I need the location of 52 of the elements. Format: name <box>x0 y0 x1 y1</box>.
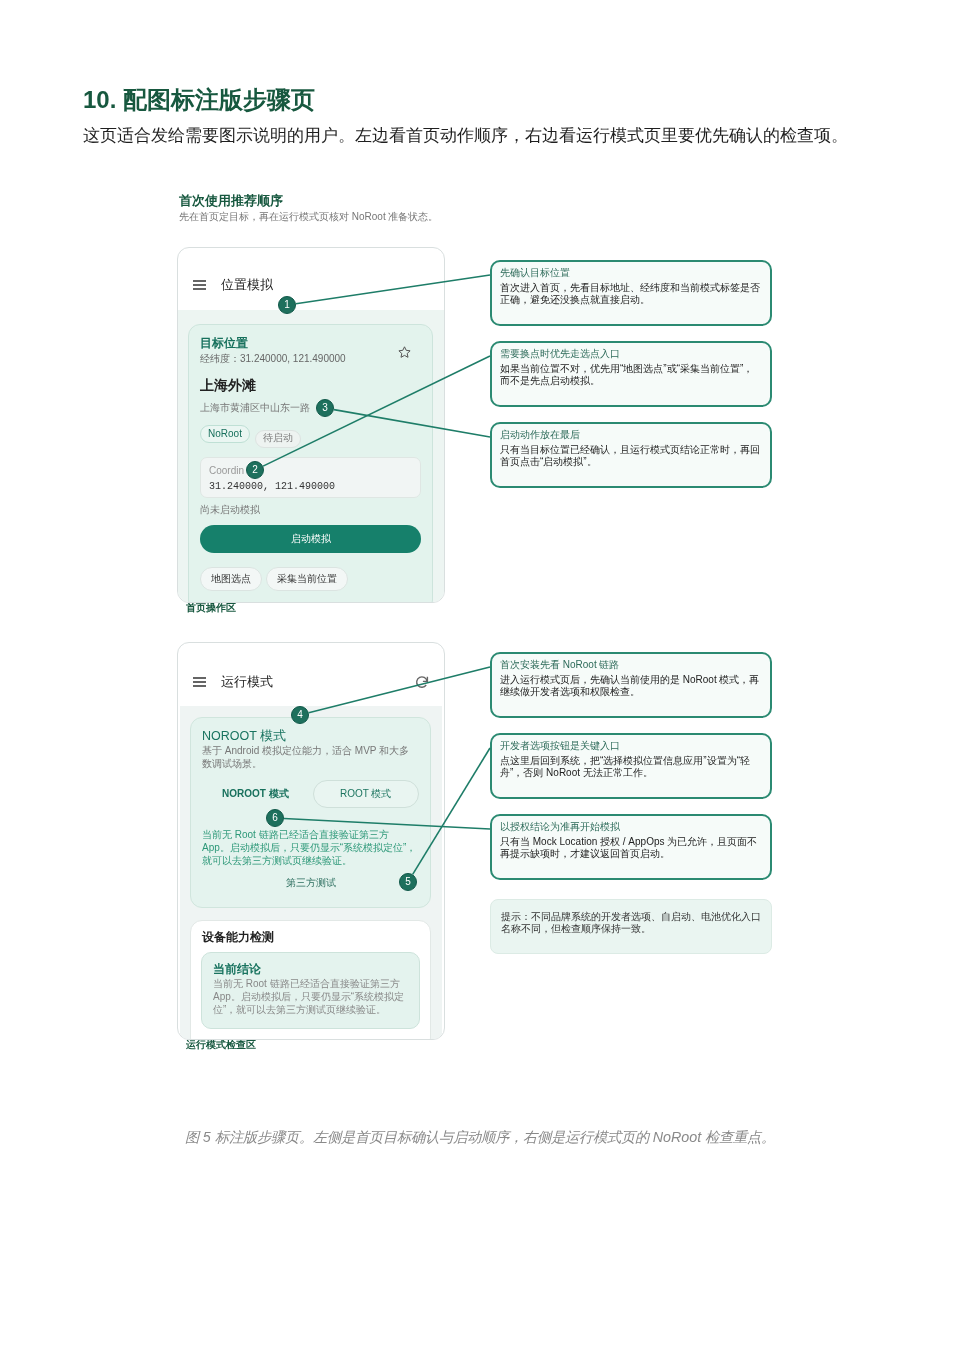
callout-title: 以授权结论为准再开始模拟 <box>500 821 621 833</box>
status-text: 尚未启动模拟 <box>200 503 261 516</box>
callout-text: 进入运行模式页后，先确认当前使用的是 NoRoot 模式，再继续做开发者选项和权限检查。 <box>500 674 761 697</box>
step-marker: 3 <box>316 399 334 417</box>
panel-caption: 首页操作区 <box>186 602 237 614</box>
figure-subtitle: 先在首页定目标，再在运行模式页核对 NoRoot 准备状态。 <box>179 211 440 223</box>
field-label: Coordin <box>209 464 245 476</box>
callout-text: 如果当前位置不对，优先用“地图选点”或“采集当前位置”，而不是先点启动模拟。 <box>500 363 755 386</box>
step-marker: 5 <box>399 873 417 891</box>
notice-text: 当前无 Root 链路已经适合直接验证第三方 App。启动模拟后，只要仍显示“系统模拟定位”，就可以去第三方测试页继续验证。 <box>202 828 418 867</box>
section-heading: 10. 配图标注版步骤页 <box>83 86 317 114</box>
conclusion-title: 当前结论 <box>213 962 262 977</box>
card-title: 设备能力检测 <box>201 930 275 944</box>
figure-title: 首次使用推荐顺序 <box>179 193 284 209</box>
callout-title: 需要换点时优先走选点入口 <box>500 348 621 360</box>
mode-description: 基于 Android 模拟定位能力，适合 MVP 和大多数调试场景。 <box>202 744 411 770</box>
menu-icon[interactable] <box>193 280 206 290</box>
screen-title: 运行模式 <box>221 674 274 690</box>
callout-text: 只有当目标位置已经确认，且运行模式页结论正常时，再回首页点击“启动模拟”。 <box>500 444 761 467</box>
step-marker: 6 <box>266 809 284 827</box>
place-name: 上海外滩 <box>200 378 257 394</box>
conclusion-text: 当前无 Root 链路已经适合直接验证第三方 App。启动模拟后，只要仍显示“系统模拟定位”，就可以去第三方测试页继续验证。 <box>213 977 406 1016</box>
card-title: NOROOT 模式 <box>202 729 288 744</box>
status-tag: 待启动 <box>254 430 301 448</box>
panel-caption: 运行模式检查区 <box>186 1039 257 1051</box>
screen-title: 位置模拟 <box>221 277 273 293</box>
test-link[interactable]: 第三方测试 <box>279 876 342 890</box>
star-icon[interactable] <box>398 346 411 359</box>
intro-text: 这页适合发给需要图示说明的用户。左边看首页动作顺序，右边看运行模式页里要优先确认的检查项。 <box>83 126 849 146</box>
action-button[interactable]: 采集当前位置 <box>266 567 348 591</box>
callout-title: 启动动作放在最后 <box>500 429 581 441</box>
card-heading: 目标位置 <box>200 336 249 350</box>
mode-tag: NoRoot <box>200 425 250 443</box>
mode-toggle[interactable]: ROOT 模式 <box>312 780 419 808</box>
callout-title: 先确认目标位置 <box>500 267 571 279</box>
step-marker: 1 <box>278 296 296 314</box>
coordinates-text: 经纬度：31.240000, 121.490000 <box>200 352 346 365</box>
callout-text: 只有当 Mock Location 授权 / AppOps 为已允许，且页面不再提示缺项时，才建议返回首页启动。 <box>500 836 759 859</box>
field-value: 31.240000, 121.490000 <box>209 480 337 494</box>
callout-text: 首次进入首页，先看目标地址、经纬度和当前模式标签是否正确，避免还没换点就直接启动。 <box>500 282 761 305</box>
start-button[interactable]: 启动模拟 <box>200 525 421 553</box>
action-button[interactable]: 地图选点 <box>200 567 262 591</box>
tip-note: 提示：不同品牌系统的开发者选项、自启动、电池优化入口名称不同，但检查顺序保持一致。 <box>490 899 772 954</box>
callout-text: 点这里后回到系统，把“选择模拟位置信息应用”设置为“轻舟”，否则 NoRoot 无法正常工作。 <box>500 755 751 778</box>
menu-icon[interactable] <box>193 677 206 687</box>
step-marker: 4 <box>291 706 309 724</box>
address-text: 上海市黄浦区中山东一路 <box>200 401 310 415</box>
figure-caption: 图 5 标注版步骤页。左侧是首页目标确认与启动顺序，右侧是运行模式页的 NoRoot 检查重点。 <box>184 1128 776 1146</box>
callout-title: 首次安装先看 NoRoot 链路 <box>500 659 621 671</box>
callout-title: 开发者选项按钮是关键入口 <box>500 740 621 752</box>
refresh-icon[interactable] <box>415 675 429 689</box>
mode-toggle[interactable]: NOROOT 模式 <box>202 780 309 808</box>
